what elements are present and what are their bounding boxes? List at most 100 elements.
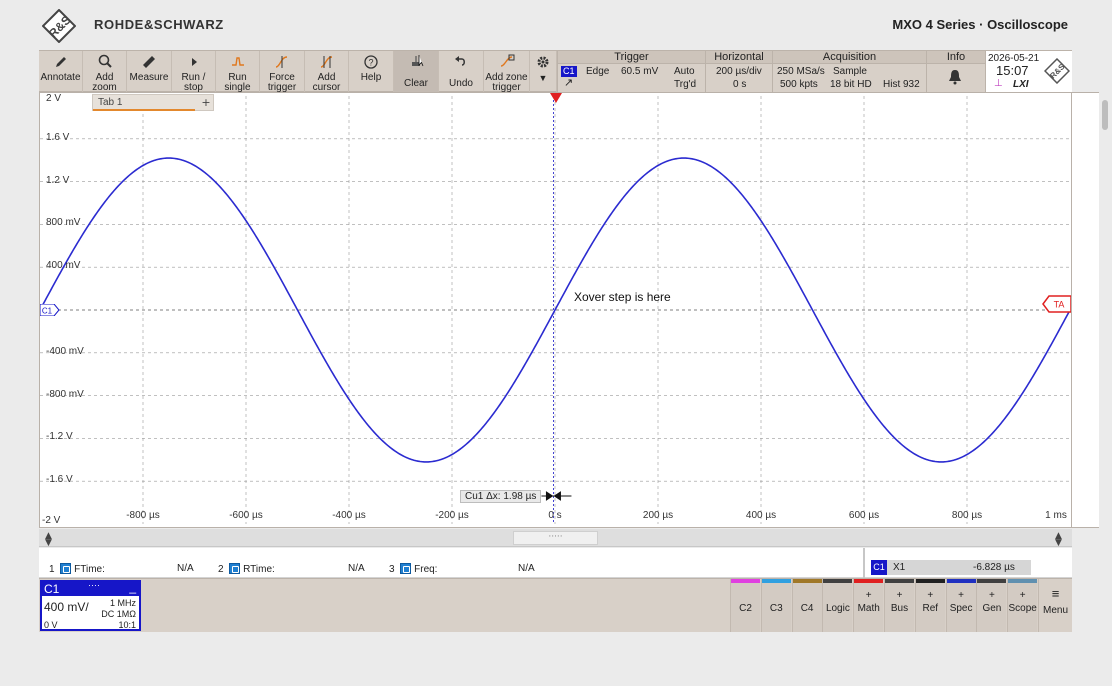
help-icon: ? [349,53,393,73]
plus-icon: + [1019,590,1026,601]
channel-coupling: DC 1MΩ [101,609,136,619]
trigger-title: Trigger [558,51,705,64]
panel-splitter[interactable]: ▲ ▼ ····· ▲ ▼ [39,529,1072,548]
record-length: 500 kpts [780,79,818,90]
annotation-text[interactable]: Xover step is here [574,290,671,304]
source-color-bar [946,579,976,583]
ruler-icon [127,53,171,73]
source-button-label: C3 [769,603,783,614]
source-color-bar [915,579,945,583]
tab-1[interactable]: Tab 1 [93,95,195,111]
add-cursor-button[interactable]: Add cursor [305,51,349,93]
source-button-scope[interactable]: + Scope [1007,579,1038,632]
trigger-level: 60.5 mV [621,66,659,77]
settings-button[interactable]: ▼ [530,51,557,92]
y-axis-label: -1.2 V [46,431,73,443]
run-single-button[interactable]: Run single [216,51,260,93]
plus-icon: + [896,590,903,601]
y-axis-label: 800 mV [46,217,81,229]
source-button-c3[interactable]: C3 [760,579,791,632]
force-trigger-button[interactable]: Force trigger [260,51,305,93]
source-button-label: Ref [922,603,939,614]
source-button-ref[interactable]: + Ref [914,579,945,632]
bell-icon [948,69,962,88]
trigger-position-marker[interactable] [550,93,562,105]
cursor-delta-arrows [541,491,572,501]
x-axis-label: 400 µs [745,510,777,521]
measurement-bar: 1 FTime: N/A 2 RTime: N/A 3 Freq: N/A C1… [39,548,1072,578]
source-button-logic[interactable]: Logic [822,579,853,632]
measurement-2-value: N/A [348,563,365,574]
menu-button[interactable]: ≡ Menu [1038,579,1072,632]
measurement-1[interactable]: 1 FTime: [49,563,105,575]
clear-icon [394,53,438,73]
clear-button[interactable]: Clear [394,51,439,92]
source-color-bar [731,579,760,583]
source-button-label: Math [857,603,880,614]
cursor-delta-label: Cu1 Δx: 1.98 µs [460,490,542,503]
trigger-mode: Auto [674,66,695,77]
zone-trigger-icon [484,53,529,73]
channel-scale: 400 mV/ [44,600,89,614]
channel-badge-icon [400,563,412,574]
force-trigger-icon [260,53,304,73]
add-zone-trigger-button[interactable]: Add zone trigger [484,51,530,93]
source-button-label: Spec [949,603,973,614]
source-button-gen[interactable]: + Gen [976,579,1007,632]
info-panel[interactable]: Info [926,51,985,92]
cursor-name: X1 [893,562,906,573]
network-icon: ⊥ [994,78,1003,89]
x-axis-label: 200 µs [642,510,674,521]
acquisition-panel[interactable]: Acquisition 250 MSa/s 500 kpts Sample 18… [772,51,926,92]
undo-button[interactable]: Undo [439,51,484,92]
minimize-button[interactable]: _ [129,581,136,593]
source-color-bar [761,579,791,583]
vertical-scrollbar[interactable] [1102,100,1108,130]
source-button-c4[interactable]: C4 [791,579,822,632]
plus-icon: + [988,590,995,601]
x-axis-label: 1 ms [1045,510,1067,521]
cursor-readout[interactable]: C1 X1 -6.828 µs [871,560,1031,575]
source-button-label: Gen [982,603,1002,614]
y-axis-label: -1.6 V [46,474,73,486]
info-title: Info [927,51,985,64]
measurement-divider[interactable] [863,548,865,578]
plus-icon: + [958,590,965,601]
channel-1-box[interactable]: C1 ···· _ 400 mV/ 1 MHz DC 1MΩ 0 V 10:1 [40,580,141,631]
x-axis-label: 0 s [548,510,562,521]
source-button-label: Logic [825,603,850,614]
trigger-type: Edge [586,66,610,77]
source-button-math[interactable]: + Math [853,579,884,632]
hamburger-icon: ≡ [1051,586,1060,601]
toolbar: Annotate Add zoom Measure Run / stop Run… [39,50,1072,93]
trigger-panel[interactable]: Trigger C1 ↗ Edge 60.5 mV Auto Trg'd [557,51,705,92]
drag-handle-icon: ···· [88,580,100,590]
source-color-bar [854,579,884,583]
source-button-label: C4 [800,603,814,614]
horizontal-panel[interactable]: Horizontal 200 µs/div 0 s [705,51,772,92]
splitter-handle[interactable]: ····· [513,531,598,545]
source-button-c2[interactable]: C2 [730,579,760,632]
measure-button[interactable]: Measure [127,51,172,92]
add-zoom-button[interactable]: Add zoom [83,51,127,93]
x-axis-label: -800 µs [126,510,160,521]
svg-text:C1: C1 [42,307,53,316]
add-tab-button[interactable]: + [199,95,213,111]
measurement-3[interactable]: 3 Freq: [389,563,437,575]
annotate-button[interactable]: Annotate [39,51,83,92]
play-icon [172,53,215,73]
cursor-value: -6.828 µs [973,562,1015,573]
trigger-level-marker[interactable]: TA [1042,295,1072,313]
run-stop-button[interactable]: Run / stop [172,51,216,93]
channel-offset-marker[interactable]: C1 [40,304,60,316]
source-color-bar [823,579,853,583]
source-button-spec[interactable]: + Spec [945,579,976,632]
source-button-label: Scope [1008,603,1037,614]
magnifier-icon [83,53,126,73]
waveform-display[interactable]: Tab 1 + 2 V 1.6 V 1.2 V 800 mV 400 mV -400 mV… [39,92,1072,528]
measurement-2[interactable]: 2 RTime: [218,563,275,575]
app-header: R&S ROHDE&SCHWARZ MXO 4 Series · Oscillo… [0,0,1112,50]
help-button[interactable]: ? Help [349,51,394,92]
measurement-3-value: N/A [518,563,535,574]
source-button-bus[interactable]: + Bus [884,579,914,632]
